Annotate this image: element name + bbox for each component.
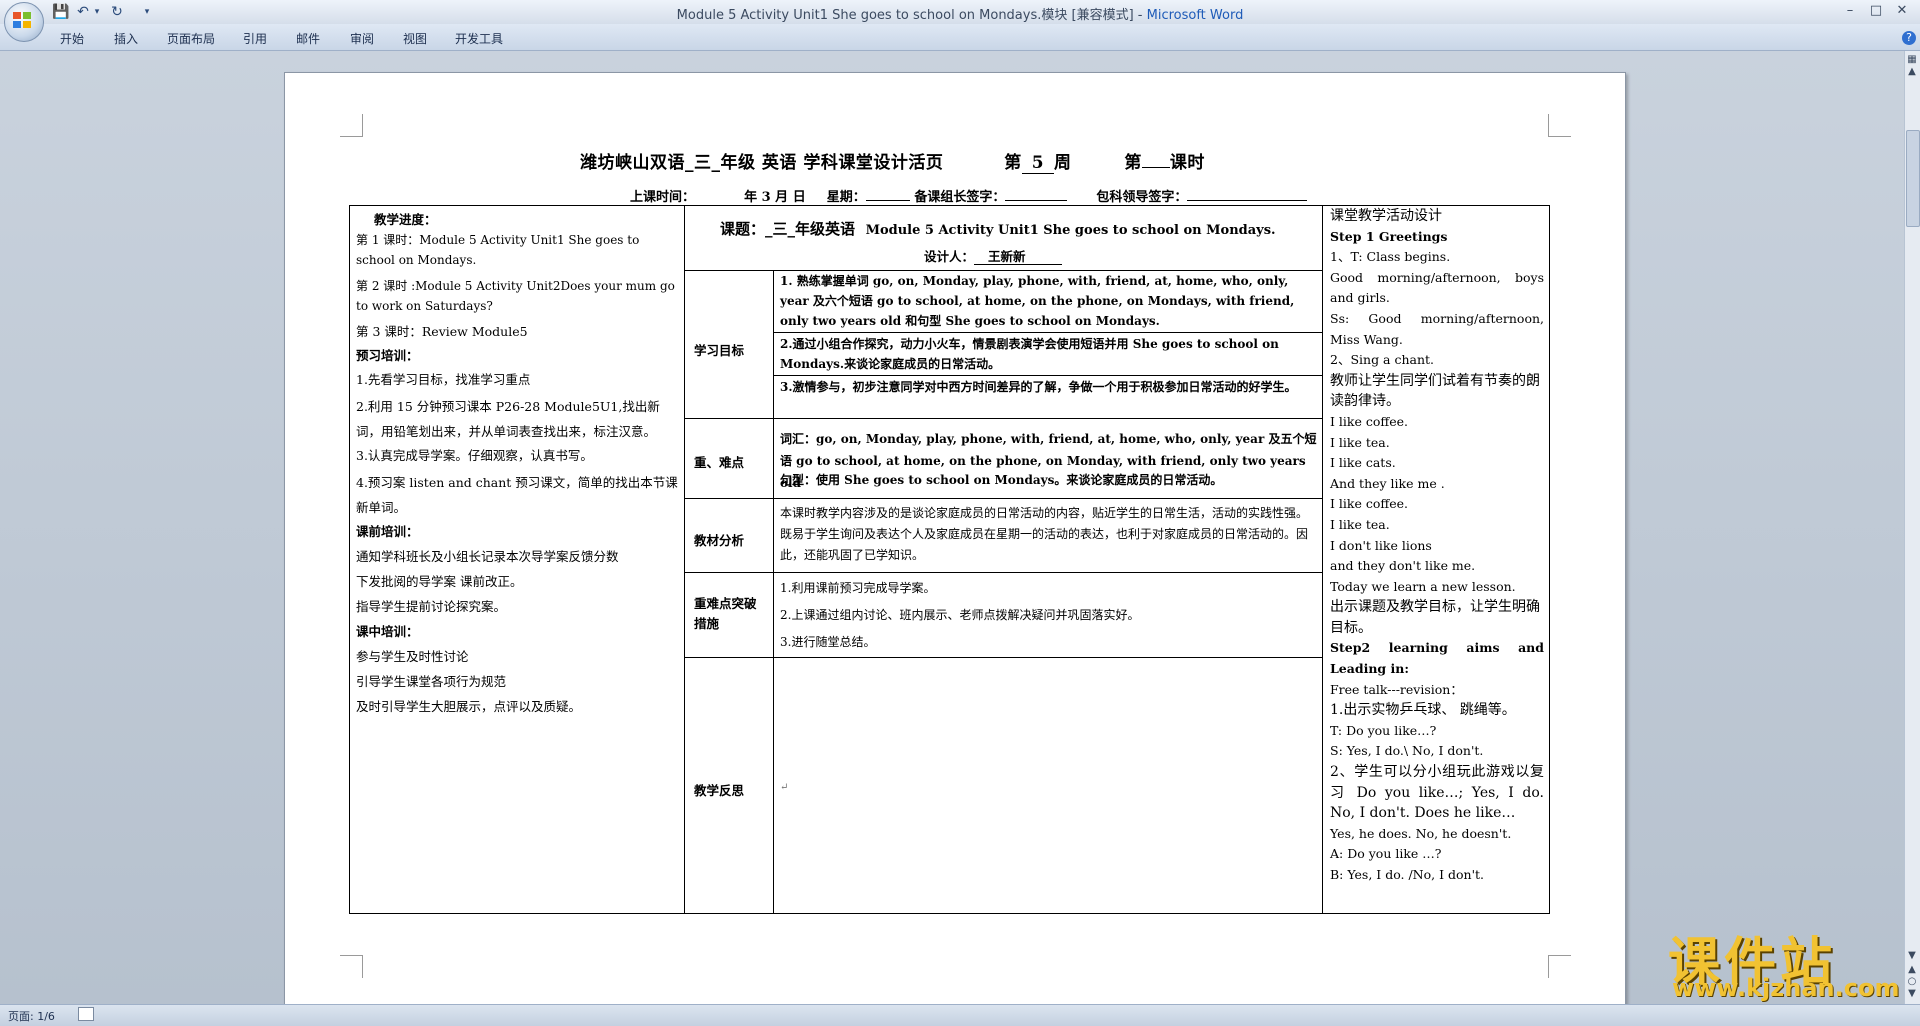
learning-goal-1: 1. 熟练掌握单词 go, on, Monday, play, phone, w… bbox=[780, 274, 1295, 328]
help-icon[interactable]: ? bbox=[1902, 31, 1916, 45]
activity-line: Today we learn a new lesson. bbox=[1330, 578, 1516, 594]
activity-design-title: 课堂教学活动设计 bbox=[1330, 208, 1442, 224]
right-column: 课堂教学活动设计 Step 1 Greetings 1、T: Class beg… bbox=[1330, 206, 1544, 886]
topic-line: 课题：_三_年级英语 Module 5 Activity Unit1 She g… bbox=[720, 220, 1276, 238]
site-watermark-url: www.kjzhan.com bbox=[1672, 974, 1900, 1002]
progress-item-3: 第 3 课时：Review Module5 bbox=[356, 324, 528, 339]
activity-line: 教师让学生同学们试着有节奏的朗读韵律诗。 bbox=[1330, 372, 1540, 410]
ruler-toggle-icon[interactable]: ▦ bbox=[1906, 54, 1918, 66]
pre-class-item-3: 指导学生提前讨论探究案。 bbox=[356, 599, 507, 614]
activity-line: I like coffee. bbox=[1330, 413, 1409, 429]
activity-line: and they don't like me. bbox=[1330, 558, 1476, 574]
in-class-item-3: 及时引导学生大胆展示，点评以及质疑。 bbox=[356, 699, 582, 714]
in-class-item-1: 参与学生及时性讨论 bbox=[356, 649, 469, 664]
designer-line: 设计人： 王新新 bbox=[924, 246, 1062, 265]
activity-line: I don't like lions bbox=[1330, 537, 1432, 553]
office-logo-icon bbox=[13, 12, 31, 28]
ribbon-tab-bar bbox=[0, 24, 1920, 51]
teaching-reflection-label: 教学反思 bbox=[694, 783, 745, 798]
measure-2: 2.上课通过组内讨论、班内展示、老师点拨解决疑问并巩固落实好。 bbox=[780, 608, 1140, 622]
measure-1: 1.利用课前预习完成导学案。 bbox=[780, 581, 936, 595]
activity-line: B: Yes, I do. /No, I don't. bbox=[1330, 867, 1485, 882]
page-heading: 潍坊峡山双语_三_年级 英语 学科课堂设计活页 第5周 第课时 bbox=[580, 153, 1205, 174]
activity-line: Free talk---revision： bbox=[1330, 681, 1463, 697]
pre-class-training-label: 课前培训： bbox=[356, 524, 419, 539]
status-bar bbox=[0, 1004, 1920, 1026]
page-count-status[interactable]: 页面: 1/6 bbox=[8, 1008, 55, 1024]
scroll-down-icon[interactable]: ▼ bbox=[1906, 950, 1918, 962]
activity-line: I like cats. bbox=[1330, 455, 1396, 471]
tab-page-layout[interactable]: 页面布局 bbox=[167, 30, 215, 47]
activity-line: Ss: Good morning/afternoon, Miss Wang. bbox=[1330, 310, 1544, 347]
activity-line: T: Do you like…? bbox=[1330, 722, 1437, 738]
key-points-label: 重、难点 bbox=[694, 455, 745, 470]
material-analysis-label: 教材分析 bbox=[694, 533, 745, 548]
lesson-info-line: 上课时间： 年 3 月 日 星期： 备课组长签字： 包科领导签字： bbox=[630, 186, 1308, 205]
previous-page-icon[interactable]: ▲ bbox=[1906, 964, 1918, 976]
select-browse-object-icon[interactable]: ○ bbox=[1906, 976, 1918, 988]
activity-line: I like tea. bbox=[1330, 516, 1390, 532]
tab-references[interactable]: 引用 bbox=[243, 30, 267, 47]
preview-item-3: 3.认真完成导学案。仔细观察，认真书写。 bbox=[356, 448, 593, 463]
activity-line: 1、T: Class begins. bbox=[1330, 249, 1451, 265]
scrollbar-thumb[interactable] bbox=[1906, 130, 1920, 227]
activity-line: I like coffee. bbox=[1330, 496, 1409, 512]
maximize-icon[interactable]: □ bbox=[1864, 2, 1888, 20]
next-page-icon[interactable]: ▼ bbox=[1906, 988, 1918, 1000]
proofing-status-icon[interactable] bbox=[78, 1007, 94, 1021]
step2-heading: Step2 learning aims and Leading in: bbox=[1330, 640, 1544, 677]
activity-line: 2、Sing a chant. bbox=[1330, 352, 1435, 368]
minimize-icon[interactable]: – bbox=[1838, 2, 1862, 20]
tab-review[interactable]: 审阅 bbox=[350, 30, 374, 47]
learning-goal-2: 2.通过小组合作探究，动力小火车，情景剧表演学会使用短语并用 She goes … bbox=[780, 337, 1279, 371]
learning-goal-3: 3.激情参与，初步注意同学对中西方时间差异的了解，争做一个用于积极参加日常活动的… bbox=[780, 380, 1297, 394]
activity-line: Good morning/afternoon, boys and girls. bbox=[1330, 269, 1544, 306]
breakthrough-measures-label: 重难点突破措施 bbox=[694, 596, 757, 631]
tab-view[interactable]: 视图 bbox=[403, 30, 427, 47]
window-title: Module 5 Activity Unit1 She goes to scho… bbox=[676, 8, 1244, 23]
activity-line: 出示课题及教学目标，让学生明确目标。 bbox=[1330, 599, 1540, 636]
measure-3: 3.进行随堂总结。 bbox=[780, 635, 876, 649]
activity-line: Yes, he does. No, he doesn't. bbox=[1330, 825, 1512, 841]
material-analysis-text: 本课时教学内容涉及的是谈论家庭成员的日常活动的内容，贴近学生的日常生活，活动的实… bbox=[780, 506, 1309, 562]
activity-line: 2、学生可以分小组玩此游戏以复习 Do you like…; Yes, I do… bbox=[1330, 764, 1544, 822]
step1-heading: Step 1 Greetings bbox=[1330, 228, 1448, 244]
margin-corner-mark bbox=[1548, 114, 1571, 137]
progress-label: 教学进度： bbox=[374, 212, 437, 227]
left-column: 教学进度： 第 1 课时：Module 5 Activity Unit1 She… bbox=[356, 210, 678, 717]
preview-item-2: 2.利用 15 分钟预习课本 P26-28 Module5U1,找出新词，用铅笔… bbox=[356, 399, 660, 439]
activity-line: And they like me . bbox=[1330, 475, 1445, 491]
in-class-training-label: 课中培训： bbox=[356, 624, 419, 639]
pre-class-item-1: 通知学科班长及小组长记录本次导学案反馈分数 bbox=[356, 549, 619, 564]
activity-line: 1.出示实物乒乓球、 跳绳等。 bbox=[1330, 702, 1516, 719]
activity-line: S: Yes, I do.\ No, I don't. bbox=[1330, 743, 1484, 759]
margin-corner-mark bbox=[1548, 955, 1571, 978]
margin-corner-mark bbox=[340, 114, 363, 137]
close-icon[interactable]: ✕ bbox=[1890, 2, 1914, 20]
activity-line: A: Do you like …? bbox=[1330, 846, 1442, 862]
tab-insert[interactable]: 插入 bbox=[114, 30, 138, 47]
preview-item-4: 4.预习案 listen and chant 预习课文，简单的找出本节课新单词。 bbox=[356, 475, 678, 515]
progress-item-1: 第 1 课时：Module 5 Activity Unit1 She goes … bbox=[356, 233, 640, 267]
preview-training-label: 预习培训： bbox=[356, 348, 419, 363]
in-class-item-2: 引导学生课堂各项行为规范 bbox=[356, 674, 507, 689]
preview-item-1: 1.先看学习目标，找准学习重点 bbox=[356, 372, 531, 387]
tab-mailings[interactable]: 邮件 bbox=[296, 30, 320, 47]
scroll-up-icon[interactable]: ▲ bbox=[1906, 66, 1918, 78]
paragraph-mark: ↵ bbox=[780, 782, 789, 793]
tab-home[interactable]: 开始 bbox=[60, 30, 84, 47]
pre-class-item-2: 下发批阅的导学案 课前改正。 bbox=[356, 574, 523, 589]
tab-developer[interactable]: 开发工具 bbox=[455, 30, 503, 47]
key-points-sentence: 句型：使用 She goes to school on Mondays。来谈论家… bbox=[780, 473, 1223, 487]
progress-item-2: 第 2 课时 :Module 5 Activity Unit2Does your… bbox=[356, 279, 675, 313]
margin-corner-mark bbox=[340, 955, 363, 978]
learning-goals-label: 学习目标 bbox=[694, 343, 745, 358]
activity-line: I like tea. bbox=[1330, 434, 1390, 450]
